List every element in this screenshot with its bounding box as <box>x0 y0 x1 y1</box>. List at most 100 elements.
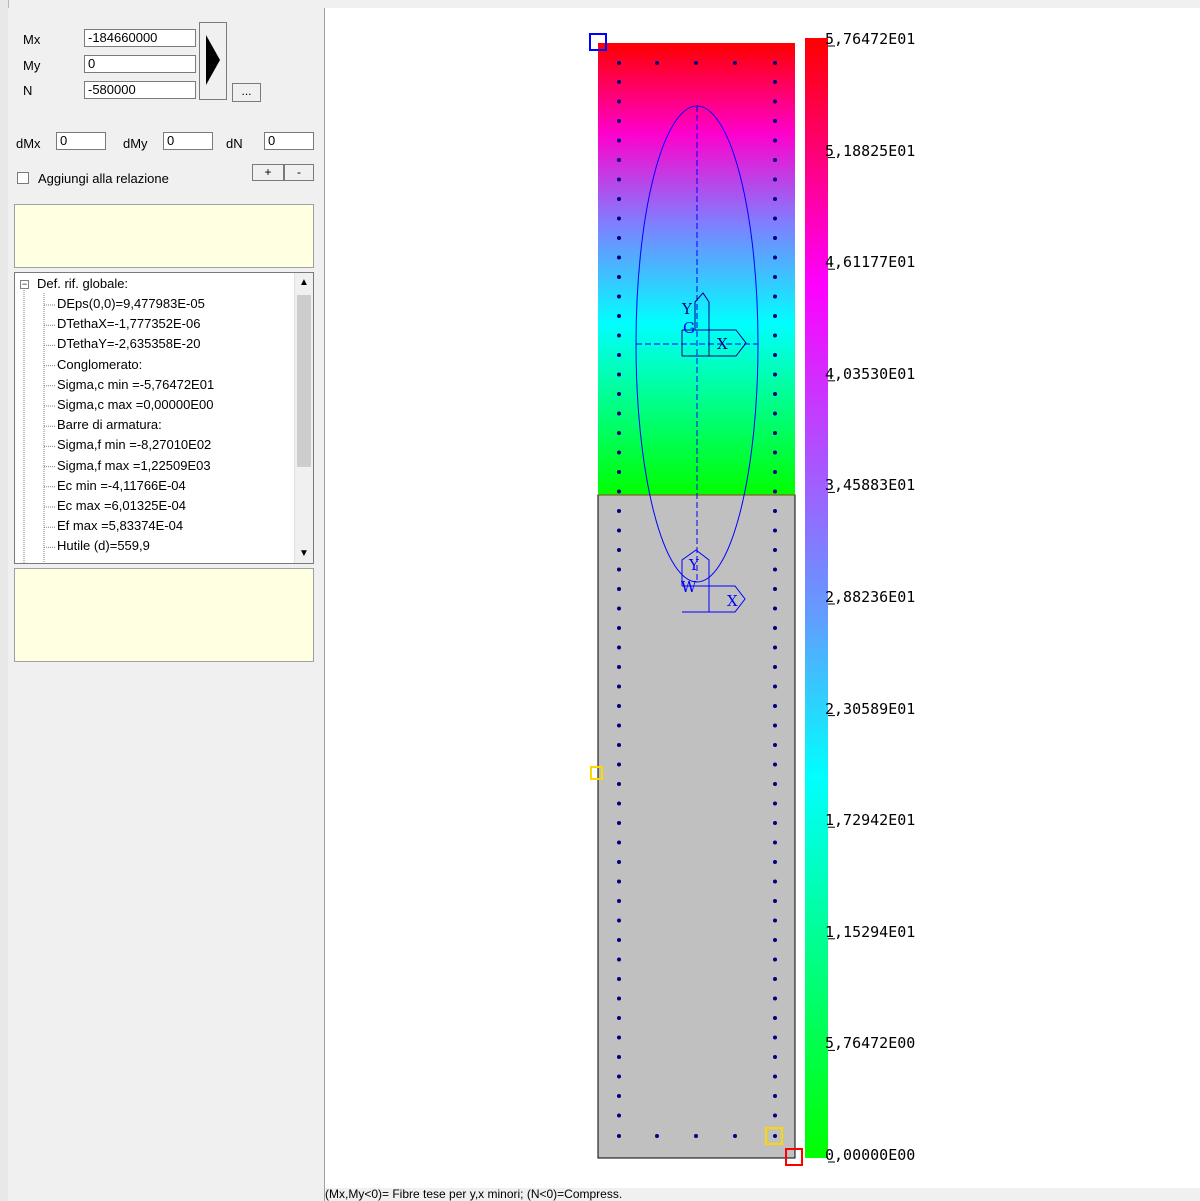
rebar-dot <box>617 99 621 104</box>
tree-item[interactable]: Barre di armatura: <box>57 416 162 434</box>
rebar-dot <box>617 762 621 767</box>
rebar-dot <box>617 1074 621 1079</box>
mx-input[interactable]: -184660000 <box>84 29 196 47</box>
rebar-dot <box>773 860 777 864</box>
rebar-dot <box>773 723 777 728</box>
rebar-dot <box>773 704 777 708</box>
collapse-icon[interactable]: − <box>20 280 29 289</box>
neutral-y-label: Y <box>688 556 700 574</box>
rebar-dot <box>773 567 777 572</box>
scale-label: 5,76472E00 <box>825 1034 916 1053</box>
rebar-dot <box>617 704 621 708</box>
rebar-dot <box>617 138 621 143</box>
scale-label: 1,15294E01 <box>825 922 916 941</box>
dn-input[interactable]: 0 <box>264 132 314 150</box>
dmx-input[interactable]: 0 <box>56 132 106 150</box>
rebar-dot <box>617 158 621 162</box>
scale-label: 1,72942E01 <box>825 811 916 830</box>
rebar-dot <box>617 489 621 494</box>
rebar-dot <box>617 684 621 689</box>
section-canvas[interactable]: G Y X W Y X 5,76472E01 5,18825E01 4,61177E… <box>325 8 1200 1188</box>
tree-item[interactable]: Sigma,f max =1,22509E03 <box>57 457 211 475</box>
add-to-report-checkbox[interactable] <box>17 172 29 184</box>
scale-label: 4,03530E01 <box>825 364 916 383</box>
rebar-dot <box>773 938 777 942</box>
rebar-dot <box>773 801 777 806</box>
tree-item[interactable]: DEps(0,0)=9,477983E-05 <box>57 295 205 313</box>
tree-item[interactable]: Ec max =6,01325E-04 <box>57 497 186 515</box>
scale-label: 2,88236E01 <box>825 588 916 606</box>
tree-item[interactable]: Ec min =-4,11766E-04 <box>57 477 186 495</box>
arrow-right-icon <box>206 35 220 85</box>
rebar-dot <box>617 1055 621 1059</box>
rebar-dot <box>773 353 777 357</box>
rebar-dot <box>773 1055 777 1059</box>
rebar-dot <box>773 918 777 923</box>
rebar-dot <box>617 470 621 474</box>
rebar-dot <box>773 977 777 981</box>
rebar-dot <box>617 665 621 669</box>
message-panel-top <box>14 204 314 268</box>
rebar-dot <box>773 957 777 962</box>
rebar-dot <box>617 1035 621 1040</box>
scroll-down-icon[interactable]: ▼ <box>299 548 309 559</box>
rebar-dot <box>617 80 621 84</box>
tree-item[interactable]: DTethaX=-1,777352E-06 <box>57 315 200 333</box>
neutral-label: W <box>681 578 697 596</box>
rebar-dot <box>617 353 621 357</box>
scale-label: 0,00000E00 <box>825 1146 916 1164</box>
rebar-dot <box>773 489 777 494</box>
rebar-dot <box>617 450 621 455</box>
scroll-thumb[interactable] <box>297 295 311 467</box>
rebar-dot <box>773 158 777 162</box>
tree-item[interactable]: Ef max =5,83374E-04 <box>57 517 183 535</box>
tree-item[interactable]: DTethaY=-2,635358E-20 <box>57 335 200 353</box>
rebar-dot <box>617 548 621 552</box>
rebar-dot <box>773 684 777 689</box>
rebar-dot <box>617 372 621 377</box>
my-input[interactable]: 0 <box>84 55 196 73</box>
rebar-dot <box>617 333 621 338</box>
scroll-up-icon[interactable]: ▲ <box>299 277 309 288</box>
mx-label: Mx <box>23 32 41 47</box>
rebar-dot <box>617 177 621 182</box>
rebar-dot <box>617 626 621 630</box>
rebar-dot <box>617 294 621 299</box>
plus-button[interactable]: + <box>252 164 284 181</box>
rebar-dot <box>773 236 777 240</box>
rebar-dot <box>617 216 621 221</box>
rebar-dot <box>773 509 777 513</box>
rebar-dot <box>773 294 777 299</box>
tree-scrollbar[interactable]: ▲ ▼ <box>294 273 313 563</box>
minus-button[interactable]: - <box>284 164 314 181</box>
tree-root[interactable]: Def. rif. globale: <box>37 275 128 293</box>
rebar-dot <box>773 80 777 84</box>
scale-label: 3,45883E01 <box>825 476 916 495</box>
ellipsis-button[interactable]: ... <box>232 83 261 102</box>
rebar-dot <box>773 333 777 338</box>
tree-item[interactable]: Sigma,f min =-8,27010E02 <box>57 436 211 454</box>
tree-item[interactable]: Hutile (d)=559,9 <box>57 537 150 555</box>
rebar-dot <box>617 528 621 533</box>
rebar-dot <box>617 567 621 572</box>
rebar-dot <box>617 1113 621 1118</box>
rebar-dot <box>773 840 777 845</box>
results-tree[interactable]: − Def. rif. globale: DEps(0,0)=9,477983E… <box>14 272 314 564</box>
rebar-dot <box>773 665 777 669</box>
rebar-dot <box>773 1094 777 1098</box>
tree-item[interactable]: Sigma,c min =-5,76472E01 <box>57 376 214 394</box>
rebar-dot <box>773 119 777 123</box>
scale-label: 2,30589E01 <box>825 699 916 718</box>
my-label: My <box>23 58 41 73</box>
rebar-dot <box>617 957 621 962</box>
tree-item[interactable]: Conglomerato: <box>57 356 142 374</box>
add-to-report-label: Aggiungi alla relazione <box>38 171 169 186</box>
rebar-dot <box>617 392 621 396</box>
compute-arrow-button[interactable] <box>199 22 227 100</box>
tree-item[interactable]: Sigma,c max =0,00000E00 <box>57 396 213 414</box>
dmy-input[interactable]: 0 <box>163 132 213 150</box>
n-input[interactable]: -580000 <box>84 81 196 99</box>
rebar-dot <box>617 1094 621 1098</box>
rebar-dot <box>773 197 777 201</box>
rebar-dot <box>655 1134 659 1138</box>
